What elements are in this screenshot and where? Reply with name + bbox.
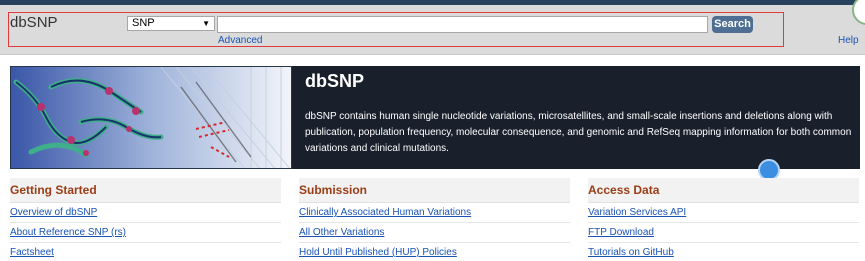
link-overview[interactable]: Overview of dbSNP xyxy=(10,203,281,223)
link-clinical-variations[interactable]: Clinically Associated Human Variations xyxy=(299,203,570,223)
submission-heading: Submission xyxy=(299,183,368,197)
database-select[interactable]: SNP ▼ xyxy=(127,16,215,31)
hero-title: dbSNP xyxy=(305,71,365,91)
advanced-search-link[interactable]: Advanced xyxy=(218,35,262,46)
getting-started-heading: Getting Started xyxy=(10,183,97,197)
link-github-tutorials[interactable]: Tutorials on GitHub xyxy=(588,243,859,261)
search-input[interactable] xyxy=(217,16,708,33)
section-heading: Getting Started xyxy=(10,178,281,203)
section-heading: Submission xyxy=(299,178,570,203)
hero-image xyxy=(10,66,292,169)
help-link[interactable]: Help xyxy=(838,35,859,46)
search-button[interactable]: Search xyxy=(712,16,753,33)
getting-started-section: Getting Started Overview of dbSNP About … xyxy=(10,178,281,261)
access-data-section: Access Data Variation Services API FTP D… xyxy=(588,178,859,261)
link-ftp-download[interactable]: FTP Download xyxy=(588,223,859,243)
hero-description: dbSNP contains human single nucleotide v… xyxy=(305,111,852,154)
link-other-variations[interactable]: All Other Variations xyxy=(299,223,570,243)
hero-panel: dbSNP dbSNP contains human single nucleo… xyxy=(292,66,860,169)
database-select-value: SNP xyxy=(132,17,155,29)
submission-section: Submission Clinically Associated Human V… xyxy=(299,178,570,261)
search-bar: dbSNP SNP ▼ Search Advanced Help xyxy=(0,0,865,55)
access-data-heading: Access Data xyxy=(588,183,660,197)
link-factsheet[interactable]: Factsheet xyxy=(10,243,281,261)
app-name[interactable]: dbSNP xyxy=(10,14,58,31)
link-about-rs[interactable]: About Reference SNP (rs) xyxy=(10,223,281,243)
link-hup-policies[interactable]: Hold Until Published (HUP) Policies xyxy=(299,243,570,261)
link-variation-api[interactable]: Variation Services API xyxy=(588,203,859,223)
dropdown-arrow-icon: ▼ xyxy=(202,19,210,28)
account-icon[interactable] xyxy=(852,0,865,25)
section-heading: Access Data xyxy=(588,178,859,203)
